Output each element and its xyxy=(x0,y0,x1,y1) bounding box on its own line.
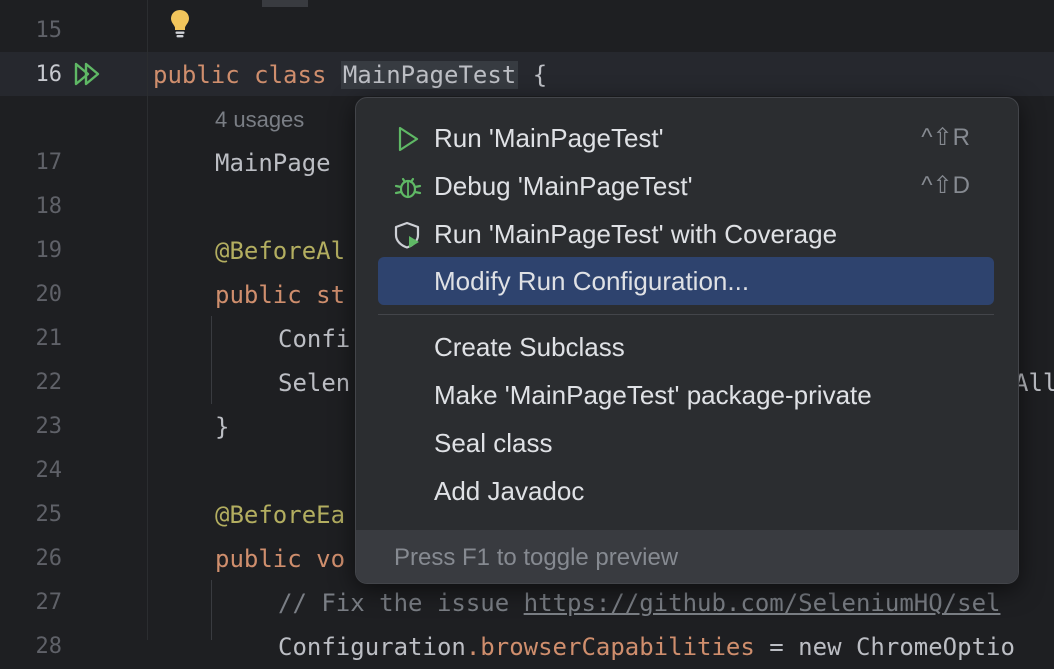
lightbulb-icon[interactable] xyxy=(168,8,192,42)
keyword: public xyxy=(215,545,302,573)
menu-item-shortcut: ^⇧R xyxy=(921,124,970,151)
menu-item-label: Modify Run Configuration... xyxy=(434,266,750,296)
code-line-20: public st xyxy=(215,273,345,317)
line-number: 18 xyxy=(35,194,63,219)
keyword: vo xyxy=(316,545,346,573)
menu-item-label: Seal class xyxy=(434,428,553,458)
menu-item-create-subclass[interactable]: Create Subclass xyxy=(378,323,994,371)
keyword: class xyxy=(254,61,327,89)
code-line-22-right: All xyxy=(1014,369,1054,397)
menu-item-label: Make 'MainPageTest' package-private xyxy=(434,380,872,410)
line-number: 15 xyxy=(35,18,63,43)
code-token: = new ChromeOptio xyxy=(754,633,1015,661)
menu-item-add-javadoc[interactable]: Add Javadoc xyxy=(378,467,994,515)
run-test-gutter-icon[interactable] xyxy=(74,61,102,87)
code-line-19: @BeforeAl xyxy=(215,237,346,265)
popup-footer: Press F1 to toggle preview xyxy=(356,530,1018,583)
code-line-26: public vo xyxy=(215,537,345,581)
menu-item-label: Run 'MainPageTest' xyxy=(434,123,664,153)
menu-item-debug[interactable]: Debug 'MainPageTest' ^⇧D xyxy=(378,162,994,210)
line-number: 28 xyxy=(35,634,63,659)
run-icon xyxy=(398,126,419,152)
menu-item-seal-class[interactable]: Seal class xyxy=(378,419,994,467)
menu-item-run[interactable]: Run 'MainPageTest' ^⇧R xyxy=(378,114,994,162)
menu-item-make-package-private[interactable]: Make 'MainPageTest' package-private xyxy=(378,371,994,419)
code-line-28: Configuration.browserCapabilities = new … xyxy=(278,625,1015,669)
line-number: 27 xyxy=(35,590,63,615)
code-line-22: Selen xyxy=(278,369,351,397)
code-token: Configuration xyxy=(278,633,466,661)
menu-item-run-with-coverage[interactable]: Run 'MainPageTest' with Coverage xyxy=(378,210,994,258)
line-number: 21 xyxy=(35,326,63,351)
code-line-27: // Fix the issue https://github.com/Sele… xyxy=(278,581,1000,625)
line-number: 25 xyxy=(35,502,63,527)
menu-item-label: Create Subclass xyxy=(434,332,625,362)
keyword: st xyxy=(316,281,346,309)
menu-separator xyxy=(378,314,994,315)
class-name[interactable]: MainPageTest xyxy=(340,61,519,89)
indent-guide xyxy=(211,316,212,404)
coverage-icon xyxy=(394,221,420,249)
brace: { xyxy=(532,61,548,89)
line-number-current: 16 xyxy=(35,62,63,87)
line-number: 20 xyxy=(35,282,63,307)
line-number: 17 xyxy=(35,150,63,175)
popup-footer-hint: Press F1 to toggle preview xyxy=(394,544,679,571)
menu-item-label: Add Javadoc xyxy=(434,476,585,506)
code-line-23: } xyxy=(215,413,230,441)
menu-item-label: Run 'MainPageTest' with Coverage xyxy=(434,219,838,249)
gutter-separator xyxy=(147,0,148,640)
menu-item-modify-run-configuration[interactable]: Modify Run Configuration... xyxy=(378,257,994,305)
menu-item-label: Debug 'MainPageTest' xyxy=(434,171,693,201)
keyword: public xyxy=(215,281,302,309)
comment-link[interactable]: https://github.com/SeleniumHQ/sel xyxy=(524,589,1001,617)
menu-item-shortcut: ^⇧D xyxy=(921,172,970,199)
code-line-16: public class MainPageTest { xyxy=(153,53,547,97)
code-line-25: @BeforeEa xyxy=(215,501,346,529)
debug-icon xyxy=(394,177,422,199)
indent-guide xyxy=(211,580,212,640)
scroll-hint xyxy=(262,0,308,7)
line-number: 26 xyxy=(35,546,63,571)
line-number: 19 xyxy=(35,238,63,263)
code-line-21: Confi xyxy=(278,325,351,353)
line-number: 22 xyxy=(35,370,63,395)
line-number: 23 xyxy=(35,414,63,439)
code-token: .browserCapabilities xyxy=(465,633,755,661)
usages-hint[interactable]: 4 usages xyxy=(215,98,304,142)
keyword: public xyxy=(153,61,240,89)
run-context-popup: Run 'MainPageTest' ^⇧R Debug 'MainPageTe… xyxy=(355,97,1019,584)
comment: // Fix the issue xyxy=(278,589,524,617)
code-line-17: MainPage xyxy=(215,149,346,177)
line-number: 24 xyxy=(35,458,63,483)
